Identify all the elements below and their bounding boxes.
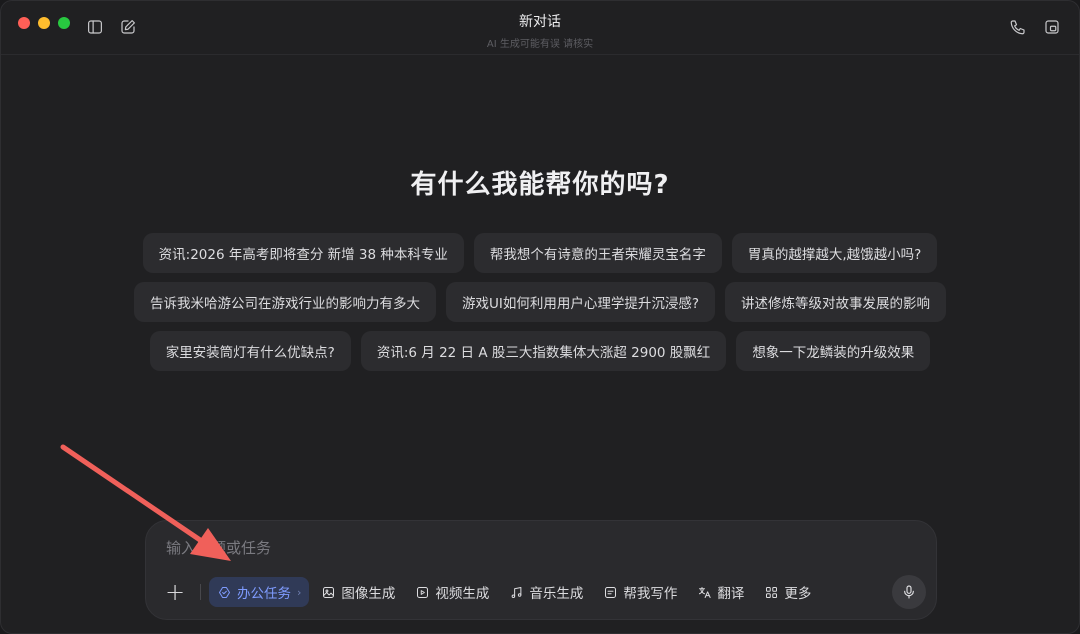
translate-label: 翻译	[717, 586, 745, 602]
chat-composer: + 办公任务 › 图像生成 视频生成 音乐生成 帮我写作	[145, 520, 937, 620]
image-generation-button[interactable]: 图像生成	[313, 577, 403, 607]
app-window: 新对话 AI 生成可能有误 请核实 有什么我能帮你的吗? 资讯:2026 年高考…	[0, 0, 1080, 634]
suggestion-chip[interactable]: 帮我想个有诗意的王者荣耀灵宝名字	[473, 233, 722, 273]
music-icon	[512, 586, 522, 598]
suggestion-chip[interactable]: 资讯:2026 年高考即将查分 新增 38 种本科专业	[142, 233, 464, 273]
composer-toolbar: + 办公任务 › 图像生成 视频生成 音乐生成 帮我写作 翻译 更多	[160, 577, 823, 607]
title-block: 新对话 AI 生成可能有误 请核实	[1, 11, 1079, 50]
translate-button[interactable]: 翻译	[689, 577, 752, 607]
page-heading: 有什么我能帮你的吗?	[410, 170, 670, 200]
attach-button[interactable]: +	[160, 577, 190, 607]
more-tools-button[interactable]: 更多	[756, 577, 819, 607]
voice-input-button[interactable]	[892, 575, 926, 609]
suggestion-chip[interactable]: 游戏UI如何利用用户心理学提升沉浸感?	[445, 282, 716, 322]
video-generation-label: 视频生成	[435, 586, 490, 602]
image-icon	[323, 586, 335, 598]
writing-assist-button[interactable]: 帮我写作	[595, 577, 685, 607]
window-title: 新对话	[519, 14, 561, 30]
suggestion-chip[interactable]: 家里安装筒灯有什么优缺点?	[149, 331, 351, 371]
message-input[interactable]	[166, 539, 866, 557]
video-icon	[417, 586, 429, 598]
office-task-label: 办公任务	[237, 586, 291, 602]
more-tools-label: 更多	[784, 586, 812, 602]
suggestion-row: 家里安装筒灯有什么优缺点? 资讯:6 月 22 日 A 股三大指数集体大涨超 2…	[1, 331, 1079, 371]
suggestion-chip[interactable]: 告诉我米哈游公司在游戏行业的影响力有多大	[133, 282, 436, 322]
toolbar-divider	[200, 584, 201, 600]
microphone-icon	[904, 585, 914, 599]
window-subtitle: AI 生成可能有误 请核实	[486, 39, 594, 50]
music-generation-label: 音乐生成	[529, 586, 584, 602]
suggestion-chip[interactable]: 胃真的越撑越大,越饿越小吗?	[731, 233, 938, 273]
music-generation-button[interactable]: 音乐生成	[501, 577, 591, 607]
suggestion-chip[interactable]: 资讯:6 月 22 日 A 股三大指数集体大涨超 2900 股飘红	[360, 331, 727, 371]
chevron-right-icon: ›	[297, 585, 302, 599]
suggestion-chip[interactable]: 想象一下龙鳞装的升级效果	[736, 331, 931, 371]
grid-icon	[766, 586, 778, 598]
video-generation-button[interactable]: 视频生成	[407, 577, 497, 607]
title-bar: 新对话 AI 生成可能有误 请核实	[1, 1, 1079, 55]
phone-icon[interactable]	[1007, 16, 1029, 38]
suggestion-row: 资讯:2026 年高考即将查分 新增 38 种本科专业 帮我想个有诗意的王者荣耀…	[1, 233, 1079, 273]
suggestion-chip[interactable]: 讲述修炼等级对故事发展的影响	[725, 282, 947, 322]
image-generation-label: 图像生成	[341, 586, 396, 602]
office-task-button[interactable]: 办公任务 ›	[209, 577, 310, 607]
writing-assist-label: 帮我写作	[623, 586, 678, 602]
translate-icon	[699, 586, 712, 598]
suggestion-row: 告诉我米哈游公司在游戏行业的影响力有多大 游戏UI如何利用用户心理学提升沉浸感?…	[1, 282, 1079, 322]
window-icon[interactable]	[1041, 16, 1063, 38]
office-task-icon	[219, 586, 230, 598]
writing-icon	[605, 586, 617, 598]
